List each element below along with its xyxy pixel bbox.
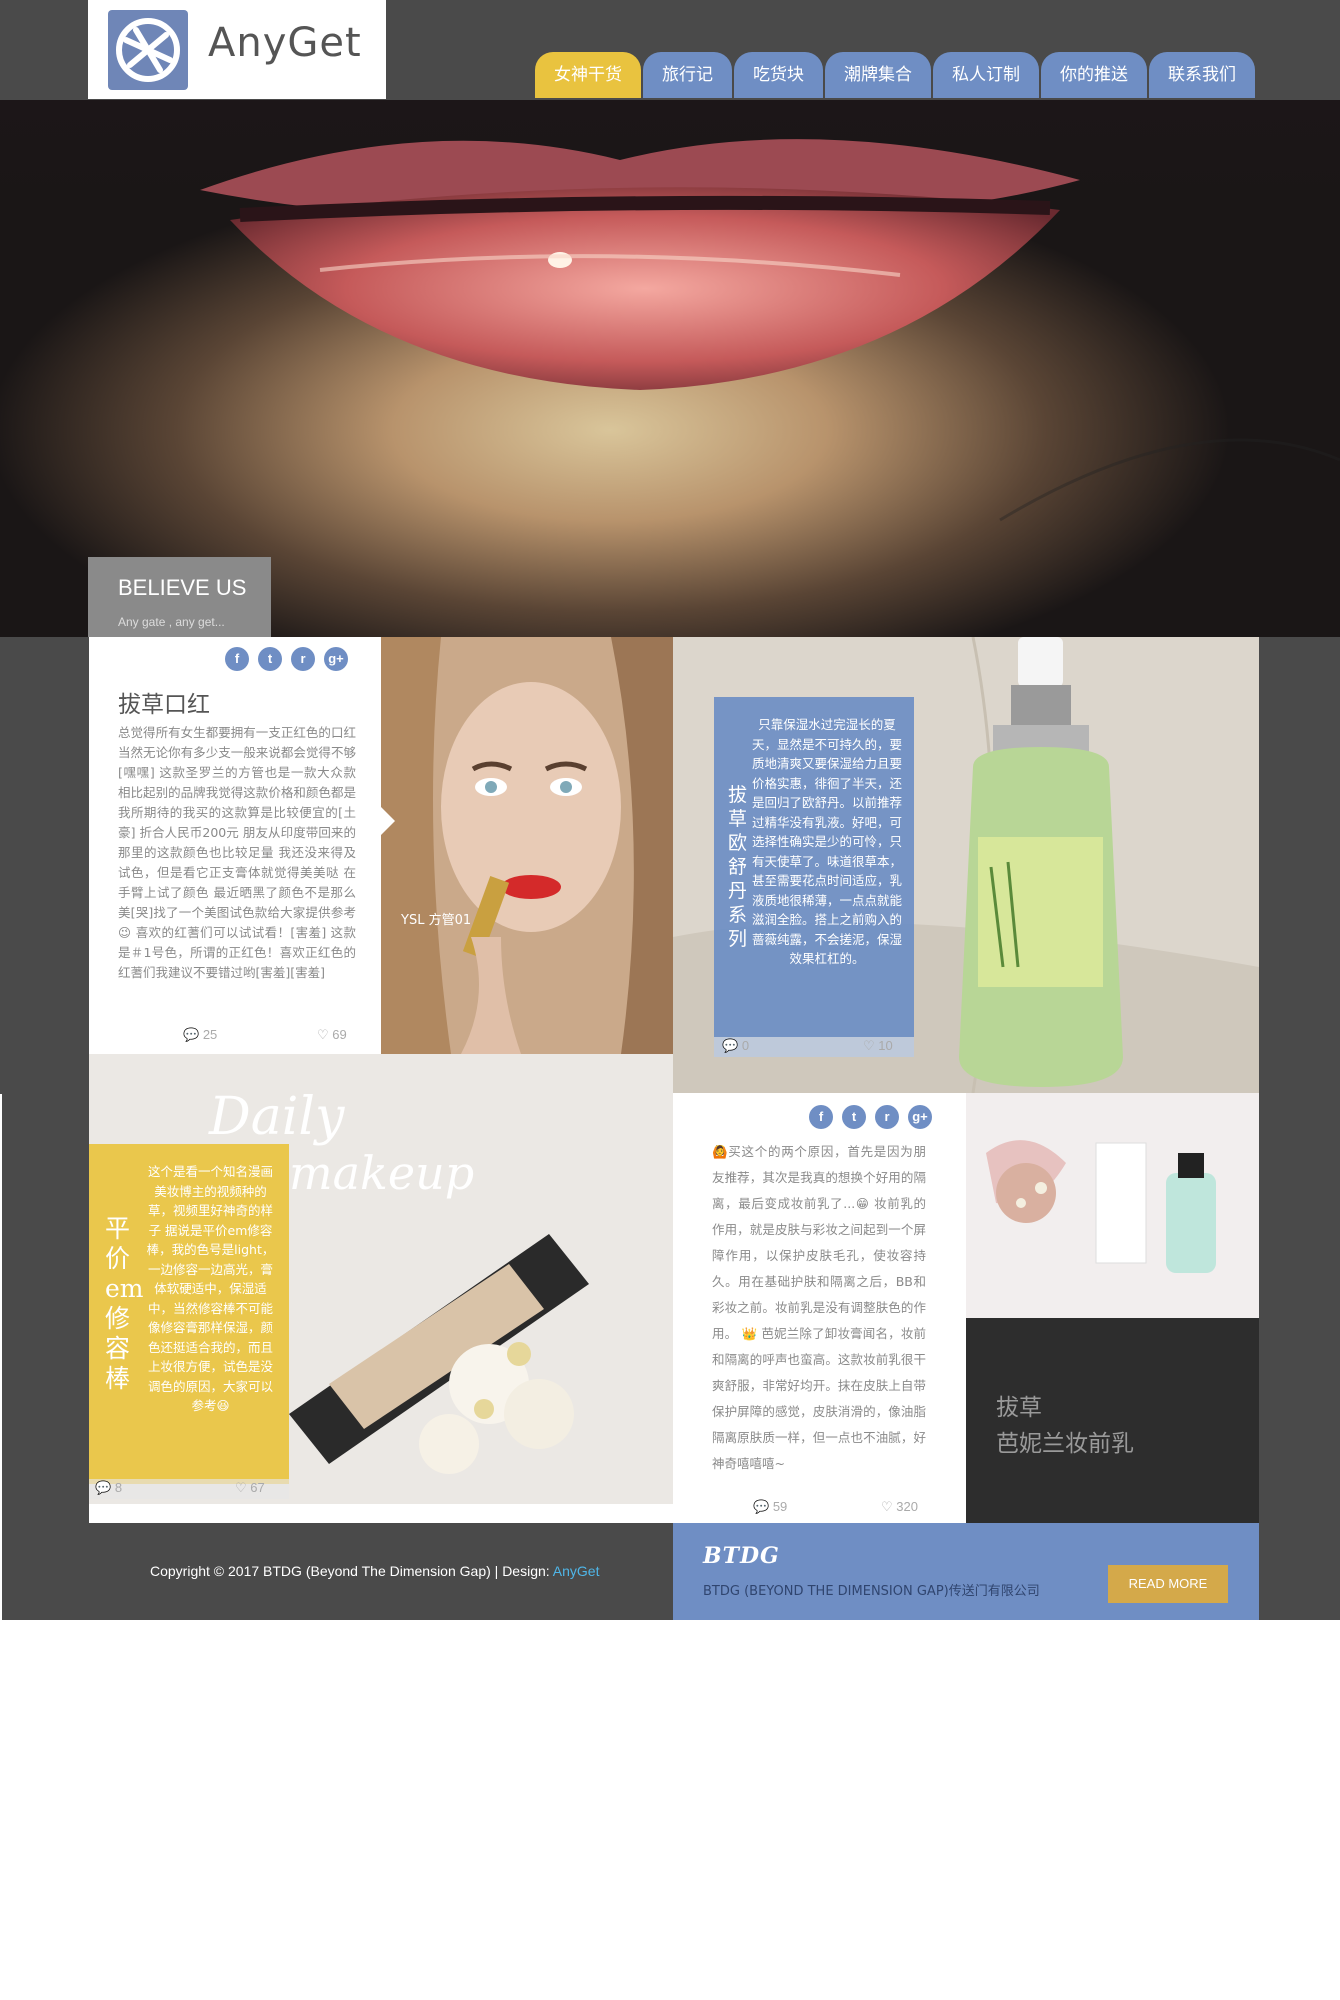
logo-text: AnyGet	[208, 20, 362, 66]
globe-logo-icon	[108, 10, 188, 90]
concealer-bottom-strip	[89, 1504, 673, 1523]
page: AnyGet 女神干货 旅行记 吃货块 潮牌集合 私人订制 你的推送 联系我们	[0, 0, 1340, 1620]
nav-item-food[interactable]: 吃货块	[734, 52, 823, 98]
logo[interactable]: AnyGet	[88, 0, 386, 99]
read-more-button[interactable]: READ MORE	[1108, 1565, 1228, 1603]
footer-copyright: Copyright © 2017 BTDG (Beyond The Dimens…	[150, 1563, 599, 1579]
footer-company: BTDG (BEYOND THE DIMENSION GAP)传送门有限公司	[703, 1584, 1040, 1599]
hero-banner: BELIEVE US Any gate , any get...	[0, 100, 1340, 637]
believe-title: BELIEVE US	[118, 575, 247, 600]
pointer-arrow	[381, 807, 395, 835]
comment-count-value: 59	[772, 1499, 788, 1514]
nav-item-brands[interactable]: 潮牌集合	[825, 52, 931, 98]
main-nav: 女神干货 旅行记 吃货块 潮牌集合 私人订制 你的推送 联系我们	[535, 52, 1257, 98]
post-image-concealer[interactable]: Daily makeup 平价em修容棒 这个是看一个知名漫画美妆博主的视频种的…	[89, 1054, 673, 1523]
comment-count[interactable]: 💬 25	[183, 1027, 217, 1043]
rss-icon[interactable]: r	[875, 1105, 899, 1129]
facebook-icon[interactable]: f	[809, 1105, 833, 1129]
like-count[interactable]: ♡ 67	[235, 1480, 265, 1496]
twitter-icon[interactable]: t	[258, 647, 282, 671]
post-card-lipstick: f t r g+ 拔草口红 总觉得所有女生都要拥有一支正红色的口红 当然无论你有…	[89, 637, 381, 1054]
post-card-primer: f t r g+ 🙆买这个的两个原因，首先是因为朋友推荐，其次是我真的想换个好用…	[673, 1093, 966, 1523]
nav-item-goddess[interactable]: 女神干货	[535, 52, 641, 98]
like-count-value: 10	[878, 1038, 893, 1053]
social-share: f t r g+	[809, 1105, 941, 1129]
heart-icon: ♡	[881, 1499, 893, 1514]
comment-count-value: 25	[202, 1027, 218, 1042]
believe-us-box[interactable]: BELIEVE US Any gate , any get...	[88, 557, 271, 637]
facebook-icon[interactable]: f	[225, 647, 249, 671]
image-caption: YSL 方管01	[401, 913, 472, 928]
feature-block-primer[interactable]: 拔草 芭妮兰妆前乳	[966, 1318, 1259, 1523]
nav-item-push[interactable]: 你的推送	[1041, 52, 1147, 98]
post-title[interactable]: 拔草口红	[118, 685, 210, 719]
comment-icon: 💬	[183, 1027, 200, 1042]
like-count-value: 69	[332, 1027, 347, 1042]
loccitane-overlay: 拔草欧舒丹系列 只靠保湿水过完湿长的夏天，显然是不可持久的，要质地清爽又要保湿给…	[714, 697, 914, 1057]
rss-icon[interactable]: r	[291, 647, 315, 671]
left-edge-strip	[0, 1094, 2, 1620]
copyright-text: Copyright © 2017 BTDG (Beyond The Dimens…	[150, 1563, 553, 1579]
feature-title-line2: 芭妮兰妆前乳	[996, 1431, 1134, 1457]
post-image-lipstick[interactable]: YSL 方管01	[381, 637, 673, 1054]
vertical-title[interactable]: 平价em修容棒	[105, 1214, 144, 1394]
comment-icon: 💬	[722, 1038, 739, 1053]
overlay-excerpt: 这个是看一个知名漫画美妆博主的视频种的草，视频里好神奇的样子 据说是平价em修容…	[146, 1164, 275, 1413]
like-count[interactable]: ♡ 320	[881, 1499, 918, 1515]
like-count[interactable]: ♡ 69	[317, 1027, 347, 1043]
nav-item-travel[interactable]: 旅行记	[643, 52, 732, 98]
svg-text:makeup: makeup	[289, 1146, 474, 1200]
like-count[interactable]: ♡ 10	[863, 1038, 893, 1054]
design-link[interactable]: AnyGet	[553, 1563, 600, 1579]
vertical-title[interactable]: 拔草欧舒丹系列	[728, 783, 750, 951]
like-count-value: 320	[896, 1499, 918, 1514]
google-plus-icon[interactable]: g+	[324, 647, 348, 671]
comment-icon: 💬	[95, 1480, 112, 1495]
svg-text:Daily: Daily	[208, 1087, 345, 1147]
comment-count[interactable]: 💬 8	[95, 1480, 122, 1496]
comment-icon: 💬	[753, 1499, 770, 1514]
site-header: AnyGet 女神干货 旅行记 吃货块 潮牌集合 私人订制 你的推送 联系我们	[0, 0, 1340, 100]
post-image-loccitane[interactable]: 拔草欧舒丹系列 只靠保湿水过完湿长的夏天，显然是不可持久的，要质地清爽又要保湿给…	[673, 637, 1259, 1093]
feature-title: 拔草 芭妮兰妆前乳	[996, 1390, 1134, 1462]
footer-brand: BTDG	[703, 1543, 780, 1569]
heart-icon: ♡	[863, 1038, 875, 1053]
feature-title-line1: 拔草	[996, 1395, 1042, 1421]
overlay-excerpt: 只靠保湿水过完湿长的夏天，显然是不可持久的，要质地清爽又要保湿给力且要价格实惠，…	[752, 717, 903, 966]
heart-icon: ♡	[317, 1027, 329, 1042]
nav-item-custom[interactable]: 私人订制	[933, 52, 1039, 98]
concealer-overlay: 平价em修容棒 这个是看一个知名漫画美妆博主的视频种的草，视频里好神奇的样子 据…	[89, 1144, 289, 1484]
footer-promo: BTDG BTDG (BEYOND THE DIMENSION GAP)传送门有…	[673, 1523, 1259, 1620]
comment-count[interactable]: 💬 0	[722, 1038, 749, 1054]
heart-icon: ♡	[235, 1480, 247, 1495]
comment-count[interactable]: 💬 59	[753, 1499, 787, 1515]
like-count-value: 67	[250, 1480, 265, 1495]
nav-item-contact[interactable]: 联系我们	[1149, 52, 1255, 98]
comment-count-value: 0	[741, 1038, 750, 1053]
comment-count-value: 8	[114, 1480, 123, 1495]
post-excerpt: 🙆买这个的两个原因，首先是因为朋友推荐，其次是我真的想换个好用的隔离，最后变成妆…	[712, 1144, 926, 1471]
social-share: f t r g+	[225, 647, 357, 671]
twitter-icon[interactable]: t	[842, 1105, 866, 1129]
google-plus-icon[interactable]: g+	[908, 1105, 932, 1129]
post-image-primer[interactable]	[966, 1093, 1259, 1318]
believe-subtitle: Any gate , any get...	[118, 615, 225, 629]
post-excerpt: 总觉得所有女生都要拥有一支正红色的口红 当然无论你有多少支一般来说都会觉得不够[…	[118, 725, 356, 980]
